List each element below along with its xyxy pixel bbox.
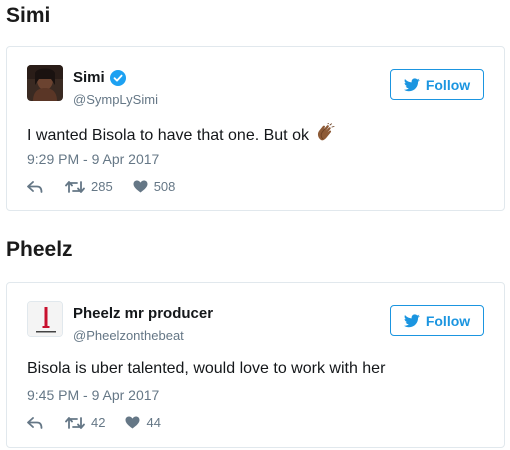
- follow-button[interactable]: Follow: [390, 305, 484, 336]
- retweet-count: 285: [91, 179, 113, 194]
- like-count: 508: [153, 179, 176, 194]
- retweet-icon: [65, 416, 85, 429]
- embedded-tweet[interactable]: Pheelz mr producer @Pheelzonthebeat Foll…: [6, 282, 505, 448]
- tweet-actions: 42 44: [27, 415, 161, 430]
- reply-button[interactable]: [27, 180, 43, 193]
- follow-button[interactable]: Follow: [390, 69, 484, 100]
- author-name[interactable]: Pheelz mr producer: [73, 305, 213, 322]
- tweet-text: Bisola is uber talented, would love to w…: [27, 360, 386, 377]
- reply-icon: [27, 180, 43, 193]
- tweet-actions: 285 508: [27, 179, 175, 194]
- like-button[interactable]: 44: [125, 415, 161, 430]
- twitter-bird-icon: [403, 313, 420, 327]
- retweet-button[interactable]: 285: [65, 179, 113, 194]
- twitter-bird-icon: [403, 77, 420, 91]
- tweet-timestamp[interactable]: 9:45 PM - 9 Apr 2017: [27, 387, 159, 403]
- section-heading-pheelz: Pheelz: [6, 238, 73, 261]
- heart-icon: [125, 416, 140, 429]
- retweet-count: 42: [91, 415, 106, 430]
- tweet-text: I wanted Bisola to have that one. But ok: [27, 123, 335, 145]
- reply-button[interactable]: [27, 416, 43, 429]
- tweet-timestamp[interactable]: 9:29 PM - 9 Apr 2017: [27, 151, 159, 167]
- embedded-tweet[interactable]: Simi @SympLySimi Follow I wanted Bisola …: [6, 46, 505, 211]
- follow-label: Follow: [425, 76, 471, 93]
- author-handle[interactable]: @SympLySimi: [73, 92, 158, 107]
- like-count: 44: [146, 415, 161, 430]
- avatar[interactable]: [27, 65, 63, 101]
- heart-icon: [133, 180, 148, 193]
- section-heading-simi: Simi: [6, 4, 51, 27]
- retweet-icon: [65, 180, 85, 193]
- author-name[interactable]: Simi: [73, 69, 105, 86]
- author-handle[interactable]: @Pheelzonthebeat: [73, 328, 184, 343]
- verified-badge-icon: [109, 69, 126, 86]
- clapping-hands-icon: [317, 123, 335, 141]
- retweet-button[interactable]: 42: [65, 415, 105, 430]
- follow-label: Follow: [425, 312, 471, 329]
- like-button[interactable]: 508: [133, 179, 176, 194]
- tweet-text-content: I wanted Bisola to have that one. But ok: [27, 127, 309, 144]
- reply-icon: [27, 416, 43, 429]
- avatar[interactable]: [27, 301, 63, 337]
